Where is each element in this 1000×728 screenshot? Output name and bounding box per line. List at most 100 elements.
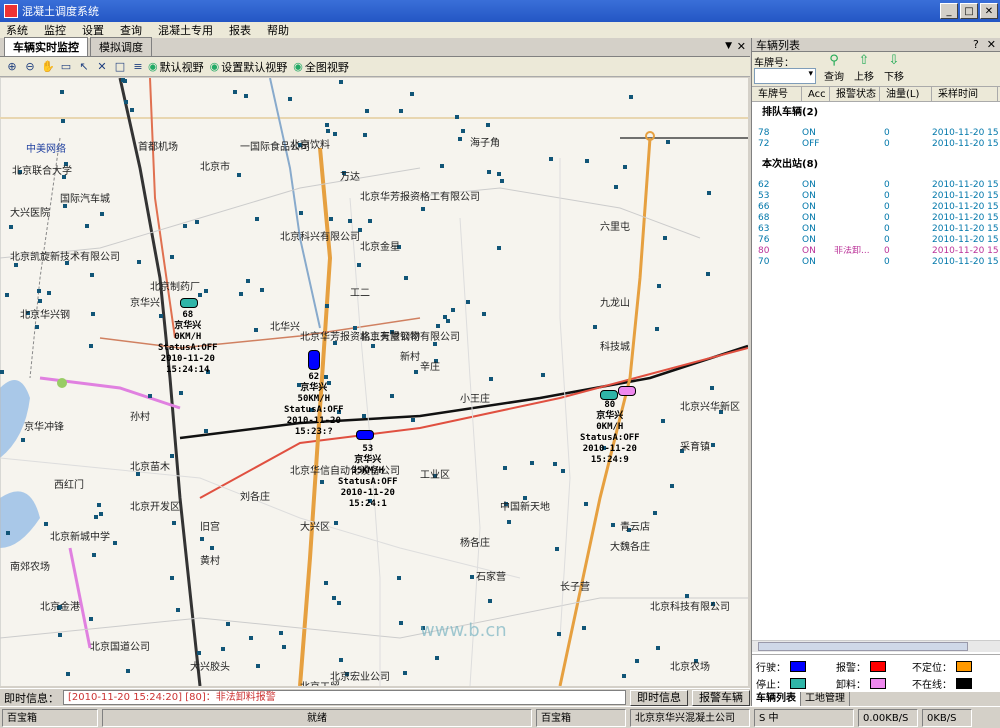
poi-marker (333, 132, 337, 136)
close-panel-icon[interactable]: ✕ (987, 38, 996, 51)
taskbar-app-left[interactable]: 百宝箱 (2, 708, 98, 727)
group-dispatched[interactable]: 本次出站(8) (752, 158, 1000, 172)
vehicle-marker[interactable] (356, 430, 374, 440)
map-canvas[interactable]: 中美网络 北京联合大学 国际汽车城 大兴医院 首都机场 北京制药厂 海子角 北京… (0, 78, 748, 686)
panel-title: 车辆列表 (756, 38, 800, 52)
poi-marker (561, 469, 565, 473)
col-time[interactable]: 采样时间 (932, 87, 998, 101)
select-icon[interactable]: □ (112, 59, 128, 75)
menu-help[interactable]: 帮助 (267, 22, 289, 38)
poi-marker (9, 225, 13, 229)
poi-marker (670, 484, 674, 488)
zoom-out-icon[interactable]: ⊖ (22, 59, 38, 75)
menu-monitor[interactable]: 监控 (44, 22, 66, 38)
tab-simulate-dispatch[interactable]: 模拟调度 (90, 37, 152, 56)
menu-query[interactable]: 查询 (120, 22, 142, 38)
table-row[interactable]: 72OFF02010-11-20 15:24 (752, 139, 1000, 150)
pan-hand-icon[interactable]: ✋ (40, 59, 56, 75)
poi-marker (403, 671, 407, 675)
menu-settings[interactable]: 设置 (82, 22, 104, 38)
table-row[interactable]: 78ON02010-11-20 15:23 (752, 128, 1000, 139)
table-row[interactable]: 62ON02010-11-20 15:23 (752, 180, 1000, 191)
zoom-box-icon[interactable]: ▭ (58, 59, 74, 75)
poi-marker (706, 272, 710, 276)
query-button[interactable]: ⚲ 查询 (820, 54, 848, 84)
poi-marker (451, 308, 455, 312)
layers-icon[interactable]: ≡ (130, 59, 146, 75)
col-plate[interactable]: 车牌号 (752, 87, 802, 101)
poi-marker (357, 263, 361, 267)
help-icon[interactable]: ? (973, 38, 979, 51)
map-label: 六里屯 (600, 222, 630, 233)
poi-marker (487, 170, 491, 174)
ime-status[interactable]: S 中 (754, 708, 854, 727)
poi-marker (553, 462, 557, 466)
globe-icon: ◉ (148, 60, 158, 73)
map-label: 大魏各庄 (610, 542, 650, 553)
move-up-button[interactable]: ⇧ 上移 (850, 54, 878, 84)
poi-marker (239, 292, 243, 296)
col-fuel[interactable]: 油量(L) (880, 87, 932, 101)
vehicle-marker[interactable] (618, 386, 636, 396)
info-label: 即时信息： (4, 691, 59, 705)
pin-icon[interactable]: ▼ (725, 41, 732, 51)
poi-marker (661, 419, 665, 423)
menu-system[interactable]: 系统 (6, 22, 28, 38)
close-button[interactable]: ✕ (980, 3, 998, 19)
move-down-button[interactable]: ⇩ 下移 (880, 54, 908, 84)
table-row[interactable]: 53ON02010-11-20 15:24 (752, 191, 1000, 202)
map-label: 大兴医院 (10, 208, 50, 219)
col-acc[interactable]: Acc (802, 87, 830, 101)
map-tabs: 车辆实时监控 模拟调度 ▼ ✕ (0, 37, 750, 57)
table-row[interactable]: 70ON02010-11-20 15:23 (752, 257, 1000, 268)
vehicle-marker[interactable] (308, 350, 320, 370)
menu-reports[interactable]: 报表 (229, 22, 251, 38)
poi-marker (440, 164, 444, 168)
poi-marker (411, 418, 415, 422)
realtime-info-button[interactable]: 即时信息 (630, 689, 688, 706)
full-view-button[interactable]: ◉ 全图视野 (293, 59, 349, 75)
close-tab-icon[interactable]: ✕ (737, 40, 746, 53)
poi-marker (14, 263, 18, 267)
poi-marker (6, 531, 10, 535)
menu-concrete[interactable]: 混凝土专用 (158, 22, 213, 38)
poi-marker (113, 541, 117, 545)
default-view-button[interactable]: ◉ 默认视野 (148, 59, 204, 75)
vehicle-marker[interactable] (180, 298, 198, 308)
plate-select[interactable]: ▾ (754, 68, 816, 84)
tab-vehicle-list[interactable]: 车辆列表 (752, 692, 801, 706)
poi-marker (91, 312, 95, 316)
table-row[interactable]: 76ON02010-11-20 15:23 (752, 235, 1000, 246)
group-queue[interactable]: 排队车辆(2) (752, 106, 1000, 120)
col-alarm[interactable]: 报警状态 (830, 87, 880, 101)
map-label: 九龙山 (600, 298, 630, 309)
map-label: 大兴区 (300, 522, 330, 533)
poi-marker (555, 547, 559, 551)
alarm-vehicles-button[interactable]: 报警车辆 (692, 689, 750, 706)
vehicle-marker[interactable] (600, 390, 618, 400)
maximize-button[interactable]: □ (960, 3, 978, 19)
poi-marker (458, 137, 462, 141)
measure-icon[interactable]: ✕ (94, 59, 110, 75)
map-label: 石家营 (476, 572, 506, 583)
poi-marker (89, 344, 93, 348)
table-row[interactable]: 68ON02010-11-20 15:24 (752, 213, 1000, 224)
zoom-in-icon[interactable]: ⊕ (4, 59, 20, 75)
set-default-view-button[interactable]: ◉ 设置默认视野 (210, 59, 288, 75)
poi-marker (446, 319, 450, 323)
tab-site-management[interactable]: 工地管理 (801, 692, 850, 706)
table-row[interactable]: 80ON非法卸...02010-11-20 15:24 (752, 246, 1000, 257)
tab-realtime-monitor[interactable]: 车辆实时监控 (4, 37, 88, 56)
poi-marker (94, 515, 98, 519)
pointer-icon[interactable]: ↖ (76, 59, 92, 75)
table-row[interactable]: 66ON02010-11-20 15:24 (752, 202, 1000, 213)
poi-marker (179, 391, 183, 395)
poi-marker (204, 429, 208, 433)
poi-marker (710, 386, 714, 390)
horizontal-scrollbar[interactable] (752, 640, 1000, 652)
poi-marker (60, 90, 64, 94)
minimize-button[interactable]: _ (940, 3, 958, 19)
table-row[interactable]: 63ON02010-11-20 15:21 (752, 224, 1000, 235)
scroll-thumb[interactable] (758, 642, 968, 651)
taskbar-app-right[interactable]: 百宝箱 (536, 708, 626, 727)
